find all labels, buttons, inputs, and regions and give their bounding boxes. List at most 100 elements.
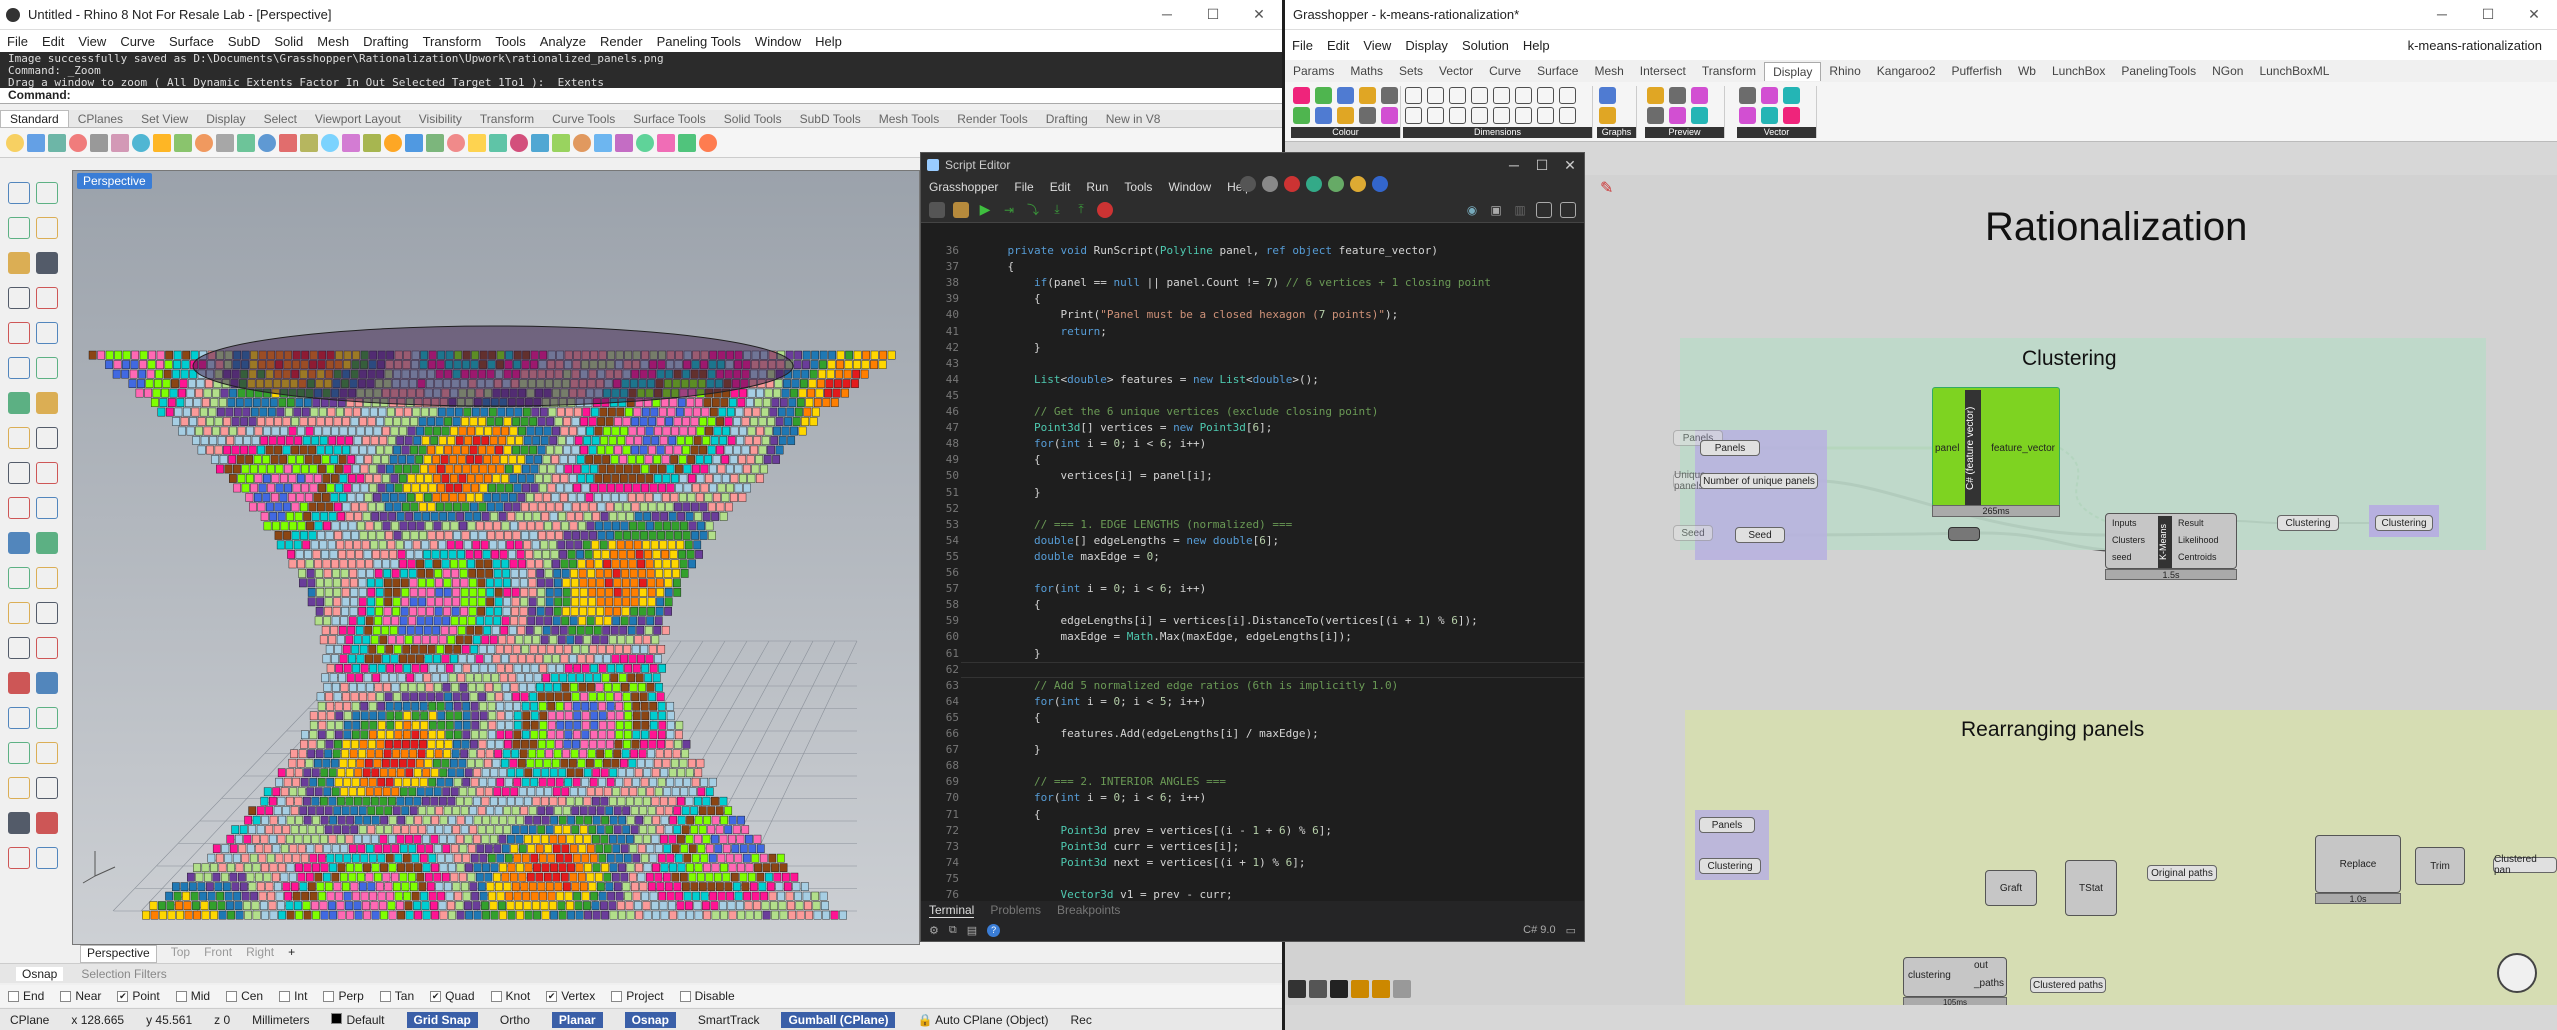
ribbon-component-icon[interactable] <box>1337 107 1354 124</box>
code-line[interactable]: for(int i = 0; i < 6; i++) <box>981 436 1206 452</box>
ribbon-group-label[interactable]: Dimensions <box>1403 127 1592 138</box>
terminal-copy-icon[interactable]: ⧉ <box>949 924 957 937</box>
tab-solid-tools[interactable]: Solid Tools <box>715 111 791 127</box>
code-line[interactable]: { <box>981 807 1041 823</box>
code-line[interactable]: edgeLengths[i] = vertices[i].DistanceTo(… <box>981 613 1477 629</box>
viewport-tab-perspective[interactable]: Perspective <box>80 945 157 963</box>
smarttrack-toggle[interactable]: SmartTrack <box>698 1013 760 1027</box>
gh-tab-surface[interactable]: Surface <box>1529 62 1586 80</box>
code-line[interactable]: double maxEdge = 0; <box>981 549 1160 565</box>
ribbon-component-icon[interactable] <box>1537 87 1554 104</box>
record-history-toggle[interactable]: Rec <box>1071 1013 1092 1027</box>
checkbox[interactable] <box>323 990 335 1002</box>
palette-tool-icon[interactable] <box>36 322 58 344</box>
toolbar-tool-icon[interactable] <box>321 133 339 152</box>
gh-navigator-icon[interactable] <box>2497 953 2537 993</box>
osnap-cen[interactable]: Cen <box>226 989 263 1003</box>
palette-tool-icon[interactable] <box>8 252 30 274</box>
palette-tool-icon[interactable] <box>36 567 58 589</box>
palette-tool-icon[interactable] <box>8 672 30 694</box>
code-line[interactable]: { <box>981 710 1041 726</box>
menu-surface[interactable]: Surface <box>162 34 221 49</box>
tab-terminal[interactable]: Terminal <box>929 903 975 918</box>
palette-tool-icon[interactable] <box>36 462 58 484</box>
bottom-toolbar-icon[interactable] <box>1309 980 1327 998</box>
palette-tool-icon[interactable] <box>8 462 30 484</box>
checkbox[interactable]: ✔ <box>117 990 129 1002</box>
viewport-label[interactable]: Perspective <box>77 173 152 189</box>
gh-tab-lunchbox[interactable]: LunchBox <box>2044 62 2113 80</box>
close-icon[interactable]: ✕ <box>1556 157 1584 174</box>
code-editor[interactable]: 36 private void RunScript(Polyline panel… <box>921 239 1584 901</box>
code-line[interactable]: // === 1. EDGE LENGTHS (normalized) === <box>981 517 1292 533</box>
code-line[interactable]: } <box>981 646 1041 662</box>
menu-edit[interactable]: Edit <box>35 34 71 49</box>
status-units[interactable]: Millimeters <box>252 1013 309 1027</box>
gh-tab-display[interactable]: Display <box>1764 61 1822 81</box>
ribbon-component-icon[interactable] <box>1691 107 1708 124</box>
code-line[interactable]: { <box>981 291 1041 307</box>
param-clustering-out[interactable]: Clustering <box>2277 515 2339 531</box>
code-line[interactable]: Point3d prev = vertices[(i - 1 + 6) % 6]… <box>981 823 1332 839</box>
toolbar-tool-icon[interactable] <box>489 133 507 152</box>
status-layer[interactable]: Default <box>331 1012 385 1027</box>
tab-breakpoints[interactable]: Breakpoints <box>1057 903 1120 917</box>
code-line[interactable]: maxEdge = Math.Max(maxEdge, edgeLengths[… <box>981 629 1351 645</box>
language-version[interactable]: C# 9.0 <box>1523 924 1555 936</box>
gumball-toggle[interactable]: Gumball (CPlane) <box>781 1011 896 1028</box>
checkbox[interactable] <box>611 990 623 1002</box>
menu-view[interactable]: View <box>71 34 113 49</box>
ribbon-component-icon[interactable] <box>1427 87 1444 104</box>
tstat-node[interactable]: TStat <box>2065 860 2117 916</box>
minimize-icon[interactable]: ─ <box>1144 6 1190 23</box>
tab-subd-tools[interactable]: SubD Tools <box>791 111 870 127</box>
kmeans-output-result[interactable]: Result <box>2178 518 2204 528</box>
toolbar-tool-icon[interactable] <box>342 133 360 152</box>
menu-tools[interactable]: Tools <box>488 34 532 49</box>
osnap-tan[interactable]: Tan <box>379 989 414 1003</box>
ribbon-group-label[interactable]: Vector <box>1737 127 1816 138</box>
palette-tool-icon[interactable] <box>36 847 58 869</box>
ribbon-group-label[interactable]: Preview <box>1645 127 1724 138</box>
param-clustered-paths[interactable]: Clustered paths <box>2030 977 2106 993</box>
gh-document-name[interactable]: k-means-rationalization <box>2401 38 2549 53</box>
palette-tool-icon[interactable] <box>8 217 30 239</box>
toolbar-tool-icon[interactable] <box>699 133 717 152</box>
editor-menu-edit[interactable]: Edit <box>1042 180 1079 194</box>
step-into-icon[interactable]: ⤓ <box>1049 202 1065 218</box>
palette-tool-icon[interactable] <box>8 357 30 379</box>
palette-tool-icon[interactable] <box>8 777 30 799</box>
palette-tool-icon[interactable] <box>8 847 30 869</box>
canvas-toolbar-icon[interactable] <box>1306 176 1322 192</box>
palette-tool-icon[interactable] <box>8 392 30 414</box>
tab-curve-tools[interactable]: Curve Tools <box>543 111 624 127</box>
terminal-settings-icon[interactable]: ⚙ <box>929 924 939 937</box>
menu-file[interactable]: File <box>0 34 35 49</box>
osnap-vertex[interactable]: ✔ Vertex <box>546 989 595 1003</box>
package-icon[interactable] <box>953 201 969 218</box>
osnap-disable[interactable]: Disable <box>679 989 735 1003</box>
toolbar-tool-icon[interactable] <box>237 133 255 152</box>
checkbox[interactable]: ✔ <box>546 990 558 1002</box>
canvas-marker-icon[interactable]: ✎ <box>1600 178 1613 198</box>
code-line[interactable]: } <box>981 340 1041 356</box>
osnap-point[interactable]: ✔ Point <box>117 989 160 1003</box>
clustering-script-node[interactable]: clustering out _paths <box>1903 957 2007 997</box>
palette-tool-icon[interactable] <box>36 427 58 449</box>
toolbar-tool-icon[interactable] <box>48 133 66 152</box>
osnap-perp[interactable]: Perp <box>323 989 364 1003</box>
toolbar-tool-icon[interactable] <box>573 133 591 152</box>
toolbar-tool-icon[interactable] <box>468 133 486 152</box>
ribbon-component-icon[interactable] <box>1783 107 1800 124</box>
tools-icon[interactable]: ▥ <box>1512 202 1528 218</box>
maximize-icon[interactable]: ☐ <box>1528 157 1556 174</box>
param-rearr-panels[interactable]: Panels <box>1699 817 1755 833</box>
toolbar-tool-icon[interactable] <box>27 133 45 152</box>
code-line[interactable]: // Get the 6 unique vertices (exclude cl… <box>981 404 1378 420</box>
code-line[interactable]: for(int i = 0; i < 6; i++) <box>981 790 1206 806</box>
cache-icon[interactable]: ▣ <box>1488 202 1504 218</box>
tab-drafting[interactable]: Drafting <box>1037 111 1097 127</box>
palette-tool-icon[interactable] <box>8 497 30 519</box>
palette-tool-icon[interactable] <box>36 392 58 414</box>
csharp-feature-vector-node[interactable]: panel feature_vector C# (feature vector) <box>1932 387 2060 507</box>
